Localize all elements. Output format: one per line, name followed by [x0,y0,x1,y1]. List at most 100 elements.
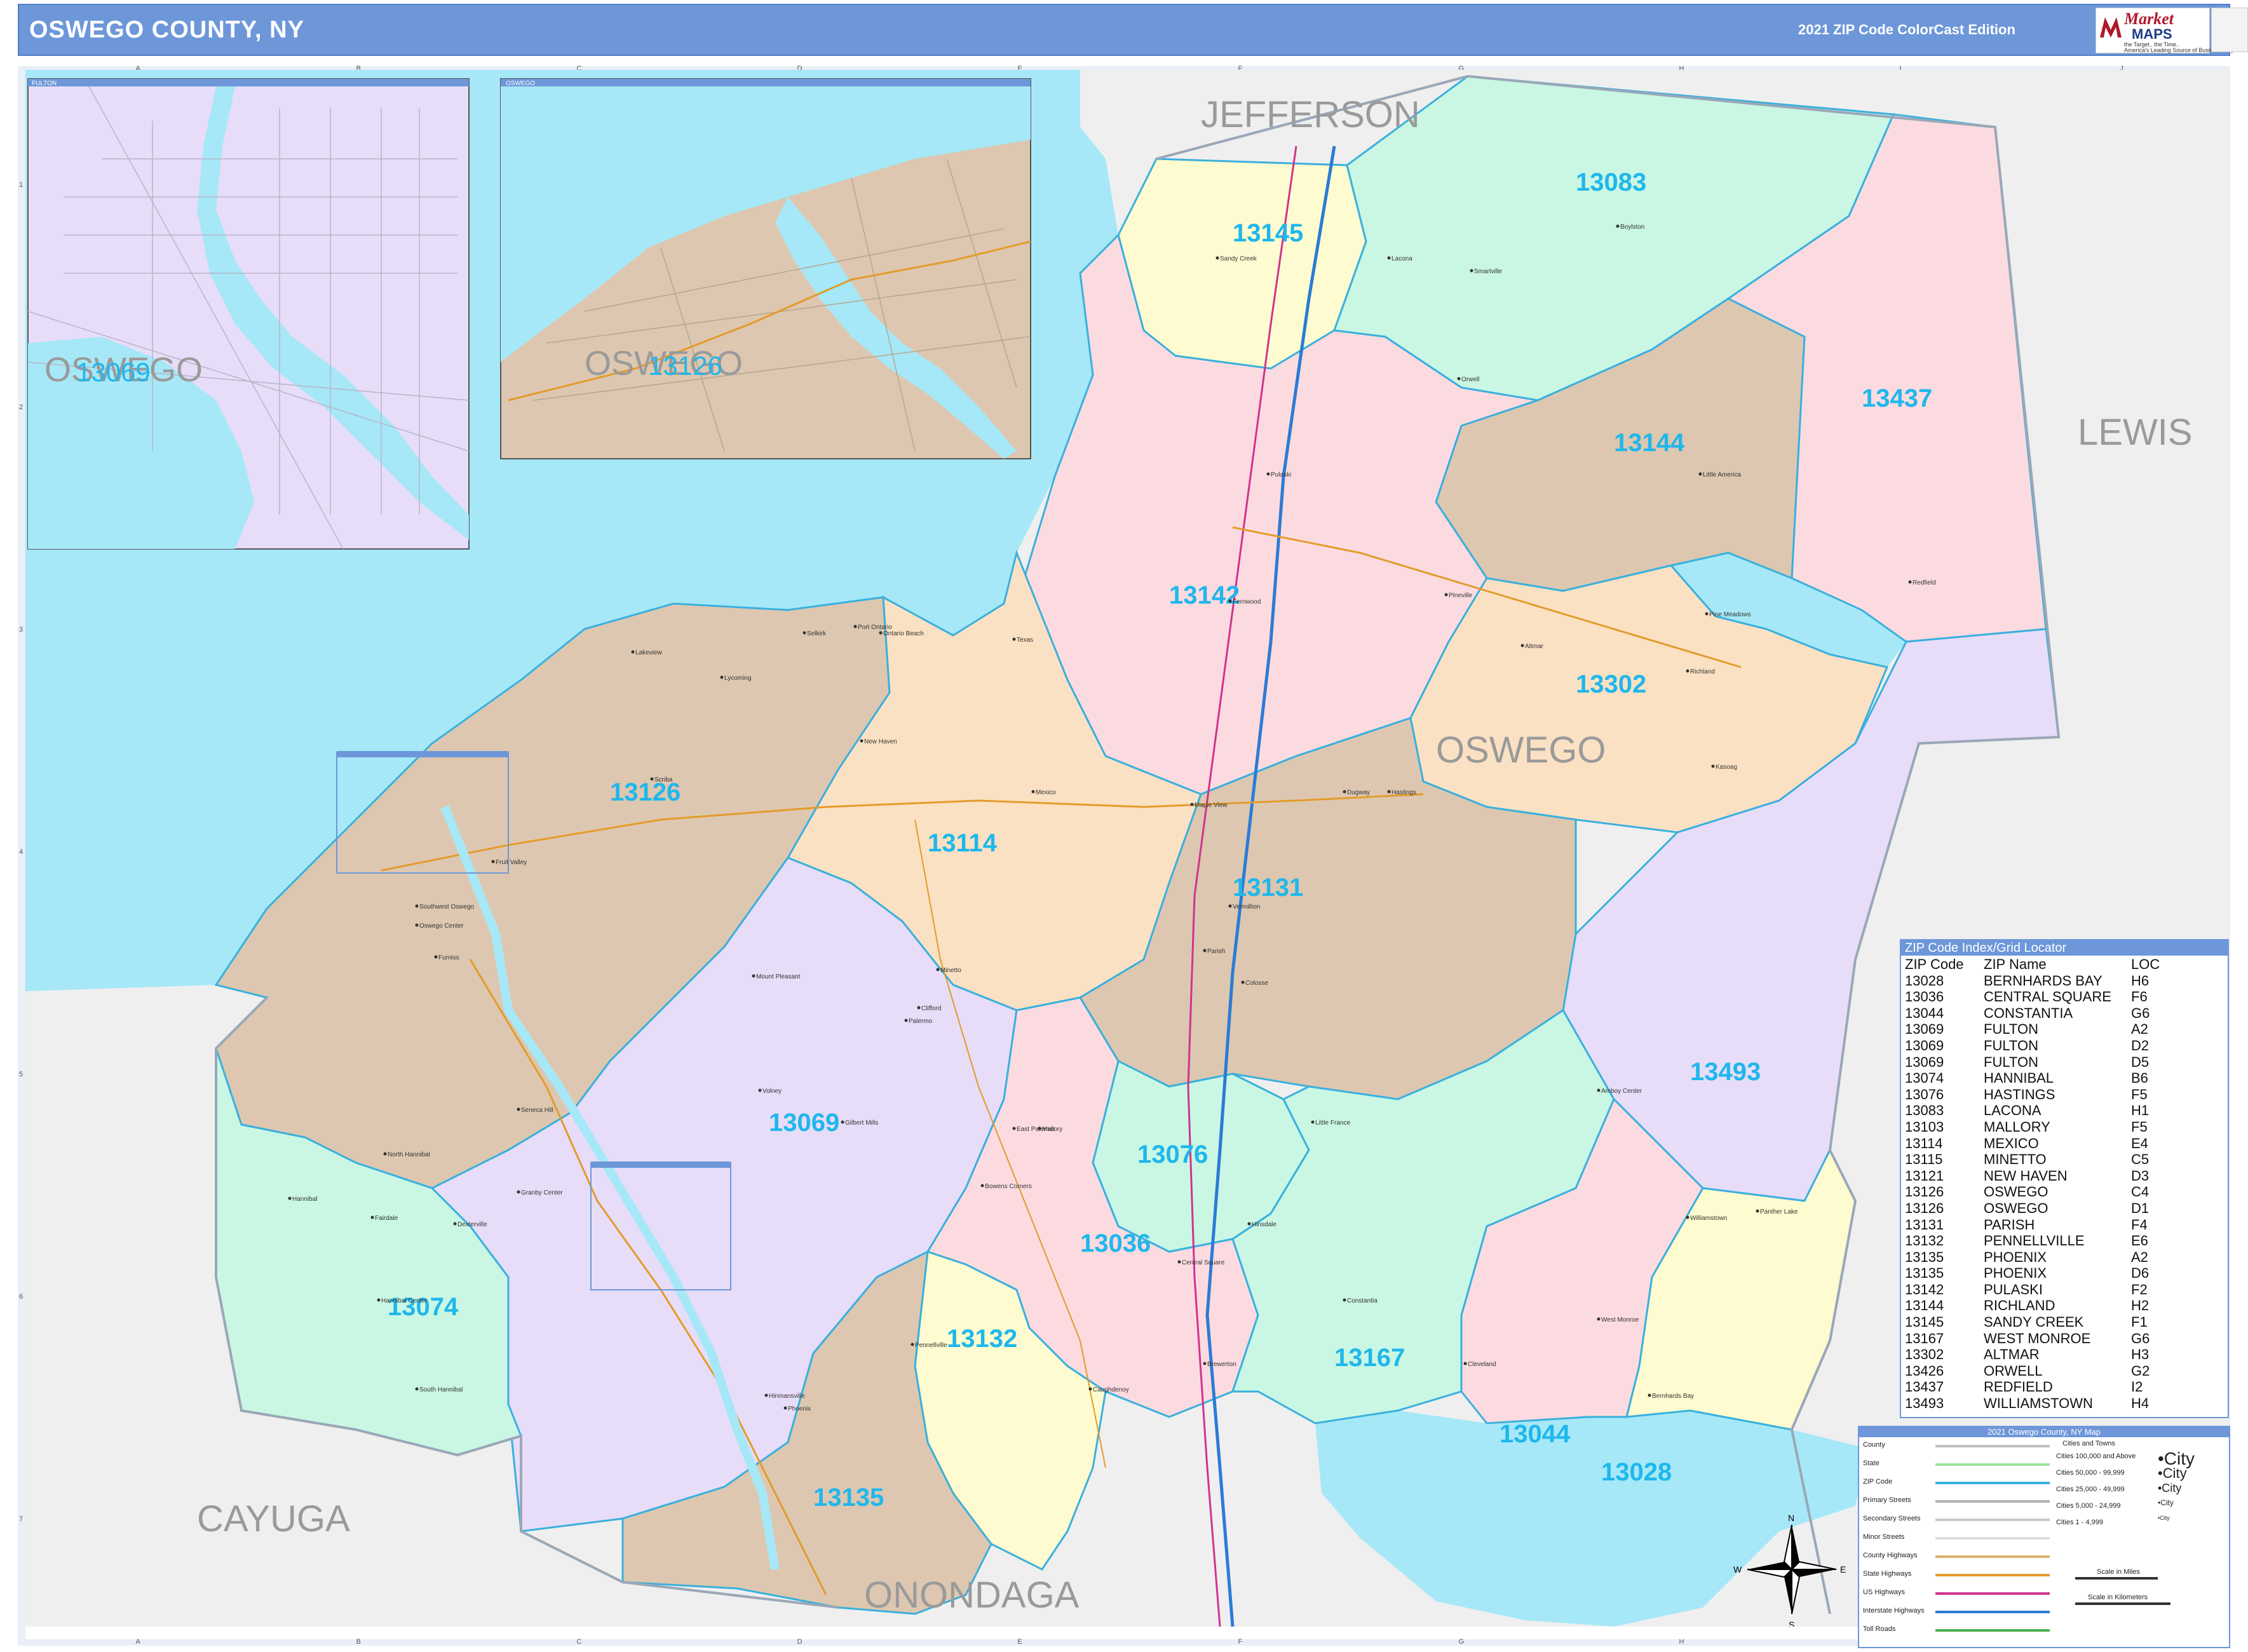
zip-index-name: PARISH [1984,1216,2035,1233]
fulton-inset-zip-label: 13069 [76,357,151,387]
place-name: Pennellville [915,1342,947,1349]
grid-column-label: A [135,1638,140,1646]
place-dot [1470,269,1473,273]
zip-index-row: 13135 PHOENIX D6 [1901,1264,2228,1281]
zip-index-zip: 13131 [1905,1216,1944,1233]
map-key-line-swatch [1935,1555,2050,1558]
zip-index-zip: 13069 [1905,1021,1944,1038]
place-dot [631,650,635,654]
place-name: Fernwood [1233,599,1261,606]
place-dot [1031,790,1035,794]
zip-index-row: 13437 REDFIELD I2 [1901,1378,2228,1395]
zip-index-name: PHOENIX [1984,1265,2047,1282]
place-name: Maple View [1195,802,1228,809]
place-name: Port Ontario [858,624,892,631]
place-name: Pulaski [1271,471,1291,478]
place-dot [650,777,654,781]
fulton-inset[interactable]: FULTON OSWEGO 13069 [27,78,470,550]
place-dot [434,955,438,959]
place-name: Dexterville [457,1221,487,1228]
place-name: Mount Pleasant [756,973,801,980]
compass-w: W [1733,1564,1742,1574]
map-key: 2021 Oswego County, NY Map County State ZI… [1858,1426,2230,1648]
zip-index-zip: 13145 [1905,1314,1944,1330]
place-name: Central Square [1182,1259,1225,1266]
compass-e: E [1840,1564,1846,1574]
place-name: Fruit Valley [496,859,527,866]
zip-index-loc: D2 [2131,1037,2150,1053]
grid-column-label: B [356,1638,361,1646]
grid-frame-left [18,66,25,1646]
zip-index-zip: 13083 [1905,1102,1944,1119]
zip-index-name: ALTMAR [1984,1346,2040,1363]
place-name: Parish [1207,948,1225,955]
zip-index-loc: E6 [2131,1233,2148,1249]
place-name: Bernhards Bay [1652,1393,1694,1400]
region-label-jefferson: JEFFERSON [1201,94,1420,135]
place-name: Volney [762,1088,782,1095]
grid-row-label: 3 [19,626,24,633]
place-dot [1012,637,1016,641]
grid-column-label: H [1679,1638,1684,1646]
zip-index-zip: 13135 [1905,1249,1944,1265]
place-dot [1597,1088,1601,1092]
zip-index-loc: G2 [2131,1362,2150,1379]
zip-index-zip: 13069 [1905,1037,1944,1053]
place-name: Furniss [438,954,459,961]
zip-index-name: PHOENIX [1984,1249,2047,1265]
zip-index-name: PULASKI [1984,1281,2043,1297]
zip-index-loc: A2 [2131,1249,2148,1265]
place-name: Vermillion [1233,904,1260,911]
zip-index-zip: 13426 [1905,1362,1944,1379]
place-dot [517,1107,520,1111]
place-dot [1311,1120,1315,1124]
compass-s: S [1789,1620,1794,1627]
zip-index-col-zip: ZIP Code [1905,956,1964,972]
zip-index-row: 13302 ALTMAR H3 [1901,1346,2228,1362]
zip-index-row: 13145 SANDY CREEK F1 [1901,1313,2228,1330]
zip-label-13131: 13131 [1233,874,1303,902]
zip-index-zip: 13126 [1905,1184,1944,1200]
place-name: Gilbert Mills [845,1120,878,1127]
map-key-line-label: Secondary Streets [1863,1515,1921,1522]
place-name: Mallory [1042,1126,1062,1133]
zip-index-loc: D5 [2131,1053,2150,1070]
zip-index-name: ORWELL [1984,1362,2043,1379]
map-key-city-class-label: Cities 50,000 - 99,999 [2056,1469,2125,1477]
map-key-city-class-label: Cities 1 - 4,999 [2056,1519,2103,1526]
zip-index-name: MEXICO [1984,1135,2039,1151]
oswego-inset[interactable]: OSWEGO OSWEGO 13126 [500,78,1031,459]
place-name: Panther Lake [1760,1209,1798,1215]
zip-label-13076: 13076 [1137,1141,1208,1168]
place-name: Pine Meadows [1709,611,1751,618]
zip-index-row: 13115 MINETTO C5 [1901,1151,2228,1167]
zip-index-loc: C5 [2131,1151,2150,1168]
zip-index-zip: 13493 [1905,1395,1944,1412]
place-dot [853,625,857,628]
zip-index-zip: 13121 [1905,1167,1944,1184]
zip-index-name: RICHLAND [1984,1297,2055,1314]
map-key-line-swatch [1935,1611,2050,1613]
place-dot [802,631,806,635]
zip-index-row: 13142 PULASKI F2 [1901,1281,2228,1297]
place-dot [491,860,495,863]
place-name: Hannibal [292,1196,317,1203]
place-dot [1908,580,1912,584]
zip-index-row: 13167 WEST MONROE G6 [1901,1330,2228,1346]
zip-index-zip: 13135 [1905,1265,1944,1282]
region-label-lewis: LEWIS [2078,412,2193,453]
map-key-line-swatch [1935,1519,2050,1521]
compass-n: N [1788,1513,1794,1523]
zip-index-row: 13114 MEXICO E4 [1901,1135,2228,1151]
map-key-line-swatch [1935,1592,2050,1595]
place-dot [1597,1317,1601,1321]
zip-index-zip: 13126 [1905,1200,1944,1216]
zip-index-loc: C4 [2131,1184,2150,1200]
place-name: Hinmansville [769,1393,805,1400]
zip-index-name: NEW HAVEN [1984,1167,2068,1184]
place-name: Lycoming [724,675,751,682]
map-key-city-class-label: Cities 25,000 - 49,999 [2056,1486,2125,1493]
grid-column-label: F [1238,1638,1243,1646]
map-key-line-swatch [1935,1463,2050,1466]
place-dot [752,974,755,978]
